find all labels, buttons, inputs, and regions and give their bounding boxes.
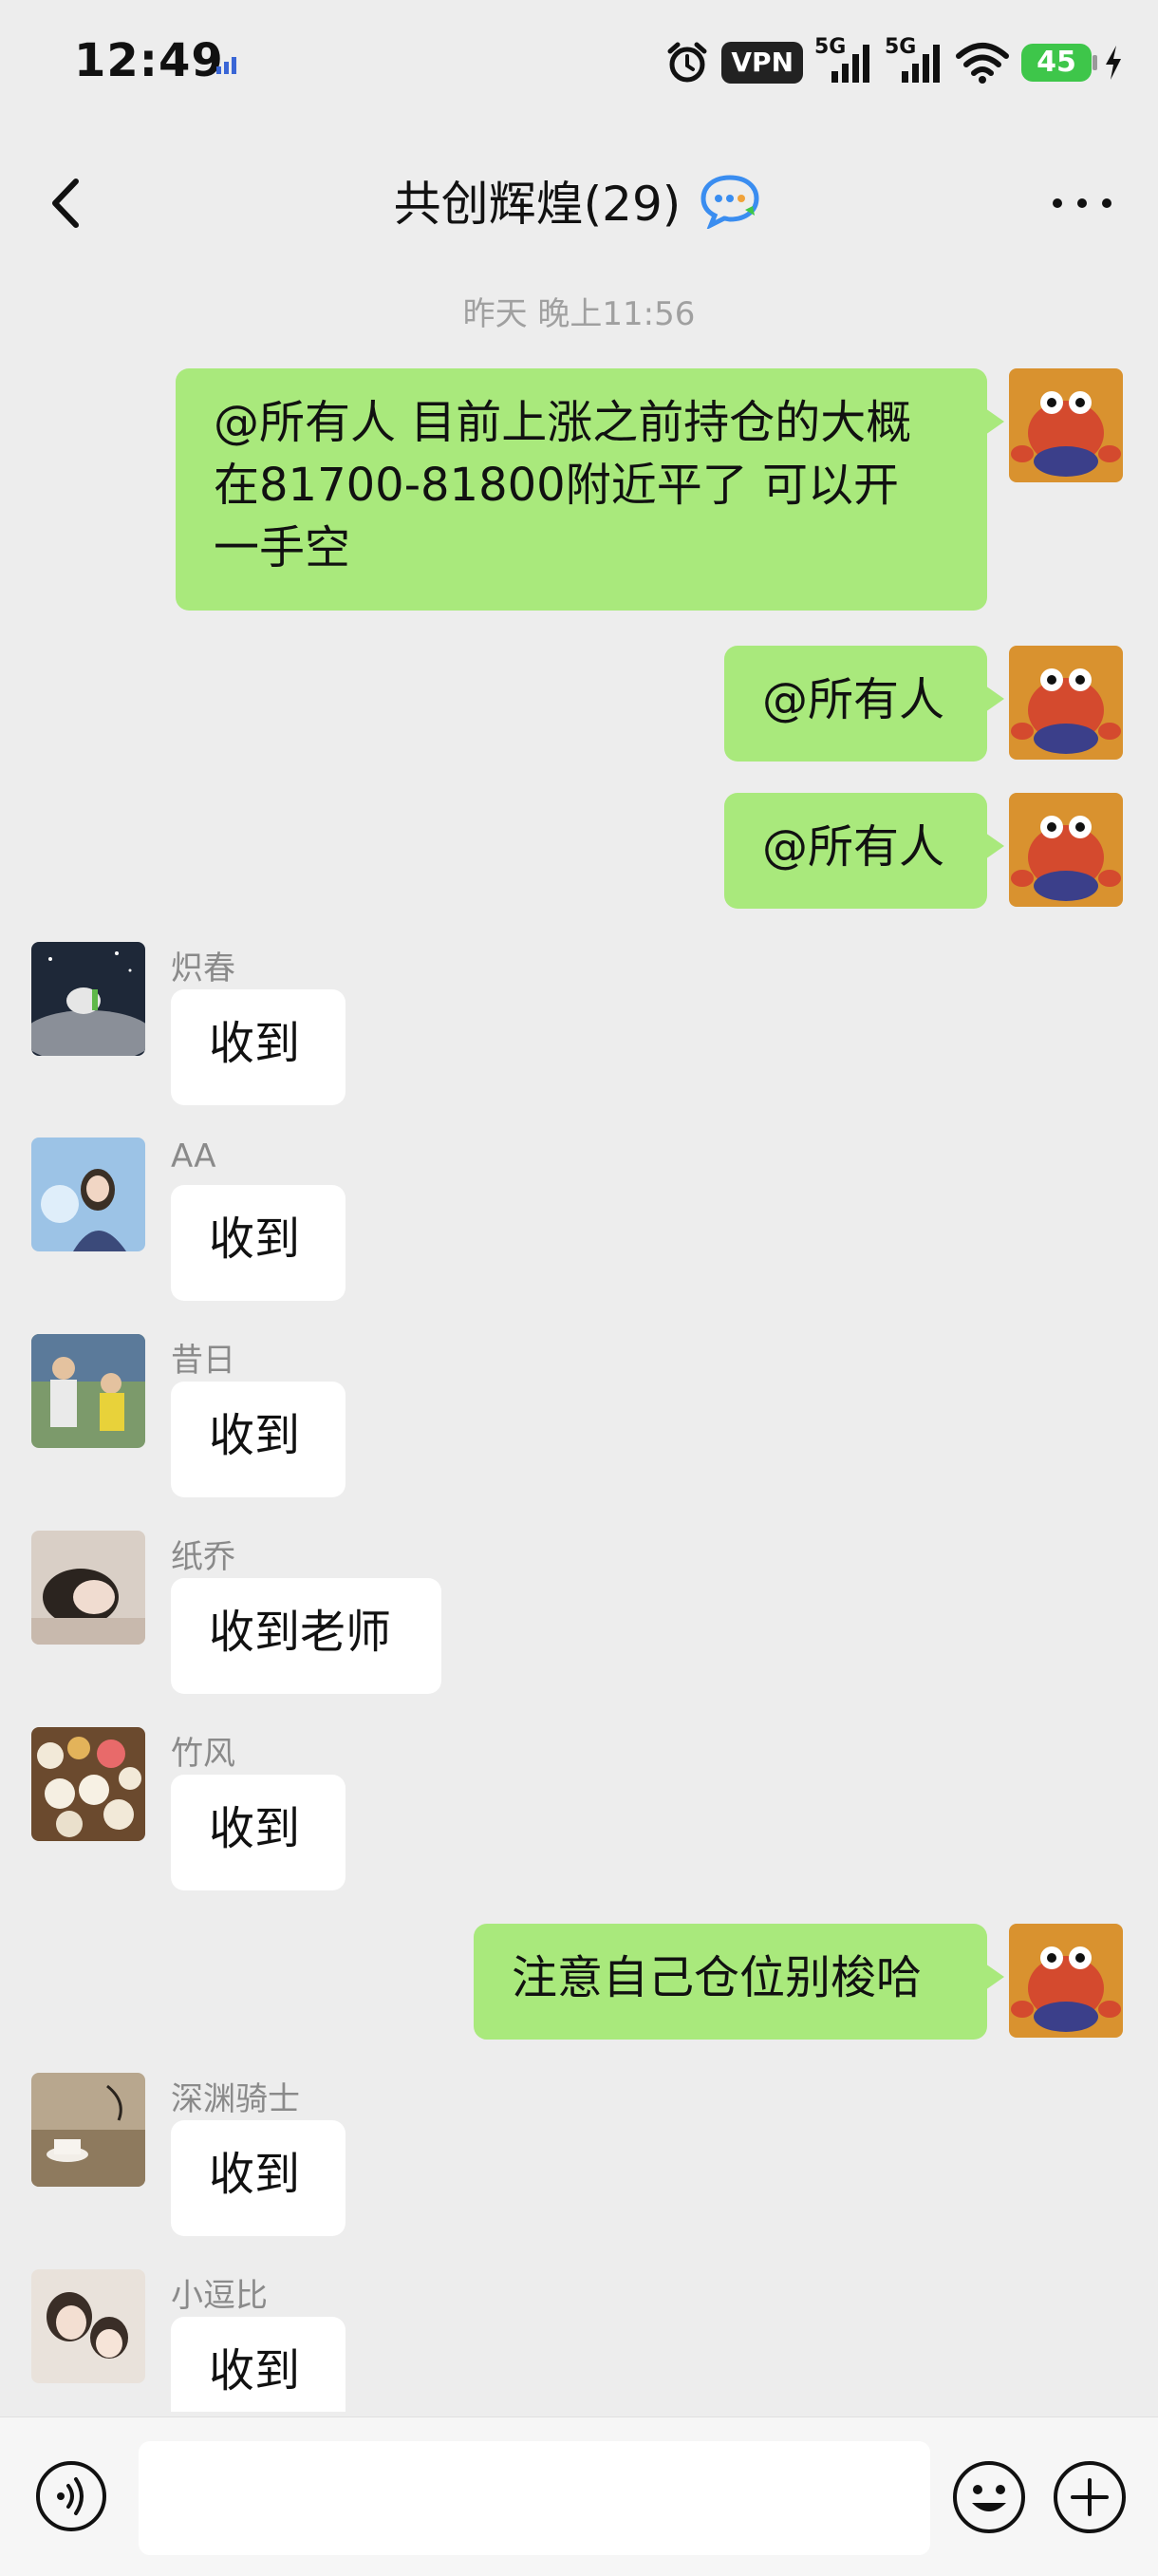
signal-icon: 5G <box>814 35 873 86</box>
voice-icon[interactable] <box>34 2459 108 2533</box>
signal-icon-2: 5G <box>885 35 943 86</box>
message-bubble-outgoing[interactable]: @所有人 <box>724 793 1004 909</box>
wifi-icon <box>956 43 1009 84</box>
sender-name: 深渊骑士 <box>171 2080 300 2118</box>
message-line: 一手空 <box>214 521 351 574</box>
chat-header: 共创辉煌(29) <box>0 138 1158 271</box>
message-input-bar <box>0 2416 1158 2576</box>
message-bubble-outgoing[interactable]: 注意自己仓位别梭哈 <box>474 1924 1004 2040</box>
sender-name: 竹风 <box>171 1735 235 1773</box>
message-input[interactable] <box>139 2441 930 2555</box>
sender-name: 纸乔 <box>171 1538 235 1576</box>
data-activity-icon <box>216 57 236 74</box>
alarm-icon <box>667 42 707 83</box>
message-bubble-incoming[interactable]: 收到 <box>171 1775 346 1890</box>
my-avatar[interactable] <box>1009 793 1123 907</box>
plus-icon[interactable] <box>1052 2459 1128 2535</box>
member-avatar[interactable] <box>31 1334 145 1448</box>
chat-message-list[interactable]: 昨天 晚上11:56 @所有人 目前上涨之前持仓的大概 在81700-81800… <box>0 275 1158 2412</box>
message-bubble-outgoing[interactable]: @所有人 目前上涨之前持仓的大概 在81700-81800附近平了 可以开 一手… <box>176 368 1004 611</box>
chat-title[interactable]: 共创辉煌(29) <box>394 166 682 235</box>
group-chat-icon <box>700 175 759 229</box>
sender-name: 炽春 <box>171 950 235 987</box>
my-avatar[interactable] <box>1009 368 1123 482</box>
more-icon[interactable] <box>1044 179 1120 227</box>
message-bubble-incoming[interactable]: 收到老师 <box>171 1578 441 1694</box>
status-bar: 12:49 VPN 5G 5G 45 <box>0 0 1158 128</box>
my-avatar[interactable] <box>1009 1924 1123 2038</box>
member-avatar[interactable] <box>31 1531 145 1645</box>
message-bubble-outgoing[interactable]: @所有人 <box>724 646 1004 762</box>
message-line: 在81700-81800附近平了 可以开 <box>214 459 899 512</box>
charging-icon <box>1106 46 1121 80</box>
member-avatar[interactable] <box>31 1138 145 1251</box>
message-bubble-incoming[interactable]: 收到 <box>171 1185 346 1301</box>
my-avatar[interactable] <box>1009 646 1123 760</box>
member-avatar[interactable] <box>31 942 145 1056</box>
sender-name: 昔日 <box>171 1342 235 1380</box>
message-line: @所有人 目前上涨之前持仓的大概 <box>214 396 912 449</box>
vpn-badge: VPN <box>721 42 803 84</box>
message-bubble-incoming[interactable]: 收到 <box>171 1382 346 1497</box>
sender-name: AA <box>171 1138 216 1175</box>
message-bubble-incoming[interactable]: 收到 <box>171 989 346 1105</box>
message-bubble-incoming[interactable]: 收到 <box>171 2120 346 2236</box>
message-timestamp: 昨天 晚上11:56 <box>462 295 696 333</box>
member-avatar[interactable] <box>31 1727 145 1841</box>
member-avatar[interactable] <box>31 2073 145 2187</box>
member-avatar[interactable] <box>31 2269 145 2383</box>
status-time: 12:49 <box>74 34 224 87</box>
emoji-icon[interactable] <box>951 2459 1027 2535</box>
sender-name: 小逗比 <box>171 2277 268 2315</box>
battery-indicator: 45 <box>1021 44 1097 82</box>
status-icons: VPN 5G 5G 45 <box>664 34 1124 91</box>
chat-title-wrap: 共创辉煌(29) <box>0 166 1158 235</box>
message-bubble-incoming[interactable]: 收到 <box>171 2317 346 2412</box>
